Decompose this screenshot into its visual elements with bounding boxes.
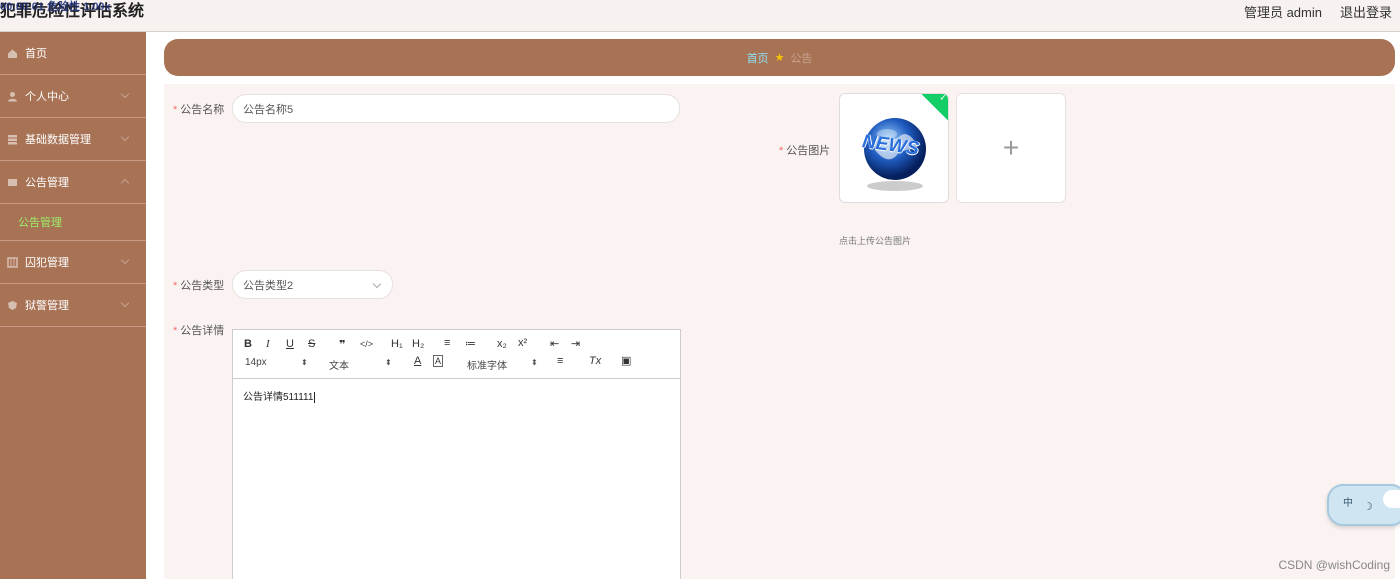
notice-type-select[interactable]: 公告类型2 [232,270,393,299]
background-color-button[interactable]: A [433,355,444,367]
sidebar-item-label: 首页 [25,48,47,60]
rich-text-editor: B I U S ❞ </> H₁ H₂ ≡ ≔ x₂ x² ⇤ ⇥ 14px ⬍ [232,329,681,579]
required-mark: * [173,104,178,116]
user-icon [7,91,18,102]
updown-arrow-icon: ⬍ [385,358,392,367]
align-button[interactable]: ≡ [557,355,563,367]
font-family-select[interactable]: 标准字体 ⬍ [467,357,541,372]
notice-type-label: * 公告类型 [173,277,224,293]
indent-button[interactable]: ⇥ [571,337,580,350]
text-caret [314,391,316,403]
notice-name-label: * 公告名称 [173,101,224,117]
underline-button[interactable]: U [286,338,294,350]
ime-mode-label: 中 [1343,498,1353,509]
image-upload-add-button[interactable]: + [956,93,1066,203]
sidebar-item-label: 个人中心 [25,91,69,103]
required-mark: * [173,280,178,292]
notice-name-label-text: 公告名称 [180,104,225,116]
bullet-list-button[interactable]: ≔ [465,337,476,350]
upload-tip: 点击上传公告图片 [839,236,912,246]
updown-arrow-icon: ⬍ [531,358,538,367]
header-user-area: 管理员 admin 退出登录 [1244,2,1392,21]
sidebar-item-profile[interactable]: 个人中心 [0,75,146,118]
required-mark: * [173,325,178,337]
blockquote-button[interactable]: ❞ [339,338,345,351]
uploaded-image-thumbnail[interactable]: NEWS ✓ [839,93,949,203]
font-size-value: 14px [245,357,267,368]
sidebar-item-label: 狱警管理 [25,300,69,312]
ime-floating-widget[interactable]: 中 ☽ [1327,484,1400,526]
sidebar-item-notice[interactable]: 公告管理 [0,161,146,204]
notice-detail-label: * 公告详情 [173,322,224,338]
sidebar-item-label: 囚犯管理 [25,257,69,269]
header2-button[interactable]: H₂ [412,338,424,350]
star-icon: ★ [774,52,785,64]
sidebar-item-label: 基础数据管理 [25,134,91,146]
notice-form: * 公告名称 公告名称5 * 公告图片 NEWS ✓ + 点击上传公告图片 * … [164,84,1395,579]
sidebar-item-police[interactable]: 狱警管理 [0,284,146,327]
sidebar-item-base-data[interactable]: 基础数据管理 [0,118,146,161]
editor-content-area[interactable]: 公告详情511111 [233,379,680,412]
font-color-button[interactable]: A [414,355,421,367]
text-style-select[interactable]: 文本 ⬍ [329,357,395,372]
prisoner-icon [7,256,18,268]
text-style-value: 文本 [329,361,349,372]
code-block-button[interactable]: </> [360,339,373,349]
chevron-down-icon [120,298,130,308]
required-mark: * [779,145,784,157]
bold-button[interactable]: B [244,338,252,350]
sidebar-item-home[interactable]: 首页 [0,32,146,75]
breadcrumb: 首页 ★ 公告 [164,39,1395,76]
chevron-up-icon [120,178,130,188]
notice-name-input[interactable]: 公告名称5 [232,94,680,123]
logout-button[interactable]: 退出登录 [1340,2,1392,21]
chevron-down-icon [372,279,382,289]
sidebar-item-label: 公告管理 [25,177,69,189]
notice-image-label: * 公告图片 [779,142,830,158]
font-size-select[interactable]: 14px ⬍ [245,357,311,368]
chevron-down-icon [120,255,130,265]
database-icon [7,134,18,145]
police-icon [7,300,18,311]
editor-text: 公告详情511111 [243,392,314,403]
breadcrumb-current: 公告 [790,52,813,65]
breadcrumb-home[interactable]: 首页 [747,50,769,66]
notice-type-label-text: 公告类型 [180,280,225,292]
notice-icon [7,177,18,188]
sidebar-item-prisoner[interactable]: 囚犯管理 [0,241,146,284]
top-header: 犯罪危险性评估系统 00:00:01 危险性 1.00x 管理员 admin 退… [0,0,1400,32]
moon-icon: ☽ [1363,501,1373,513]
home-icon [7,48,18,59]
plus-icon: + [1002,132,1020,163]
italic-button[interactable]: I [266,338,270,350]
notice-image-label-text: 公告图片 [786,145,831,157]
header1-button[interactable]: H₁ [391,338,403,350]
updown-arrow-icon: ⬍ [301,358,308,367]
superscript-button[interactable]: x² [518,337,527,349]
ordered-list-button[interactable]: ≡ [444,337,450,349]
notice-detail-label-text: 公告详情 [180,325,225,337]
subscript-button[interactable]: x₂ [497,338,507,350]
outdent-button[interactable]: ⇤ [550,337,559,350]
title-overlay-text: 00:00:01 危险性 1.00x [0,1,111,13]
main-content: 首页 ★ 公告 * 公告名称 公告名称5 * 公告图片 NEWS ✓ + 点击上… [146,32,1400,579]
clear-format-button[interactable]: Tx [589,355,601,367]
notice-type-value: 公告类型2 [243,279,294,292]
strike-button[interactable]: S [308,338,315,350]
image-insert-button[interactable]: ▣ [621,354,631,367]
chevron-down-icon [120,89,130,99]
user-label: 管理员 admin [1243,5,1322,20]
watermark: CSDN @wishCoding [1278,558,1390,572]
sidebar-subitem-notice[interactable]: 公告管理 [0,204,146,241]
editor-toolbar: B I U S ❞ </> H₁ H₂ ≡ ≔ x₂ x² ⇤ ⇥ 14px ⬍ [233,330,680,379]
sidebar: 首页 个人中心 基础数据管理 公告管理 公告管理 囚犯管理 狱警管理 [0,32,146,579]
font-family-value: 标准字体 [467,361,507,372]
chevron-down-icon [120,132,130,142]
cloud-icon [1383,490,1400,508]
